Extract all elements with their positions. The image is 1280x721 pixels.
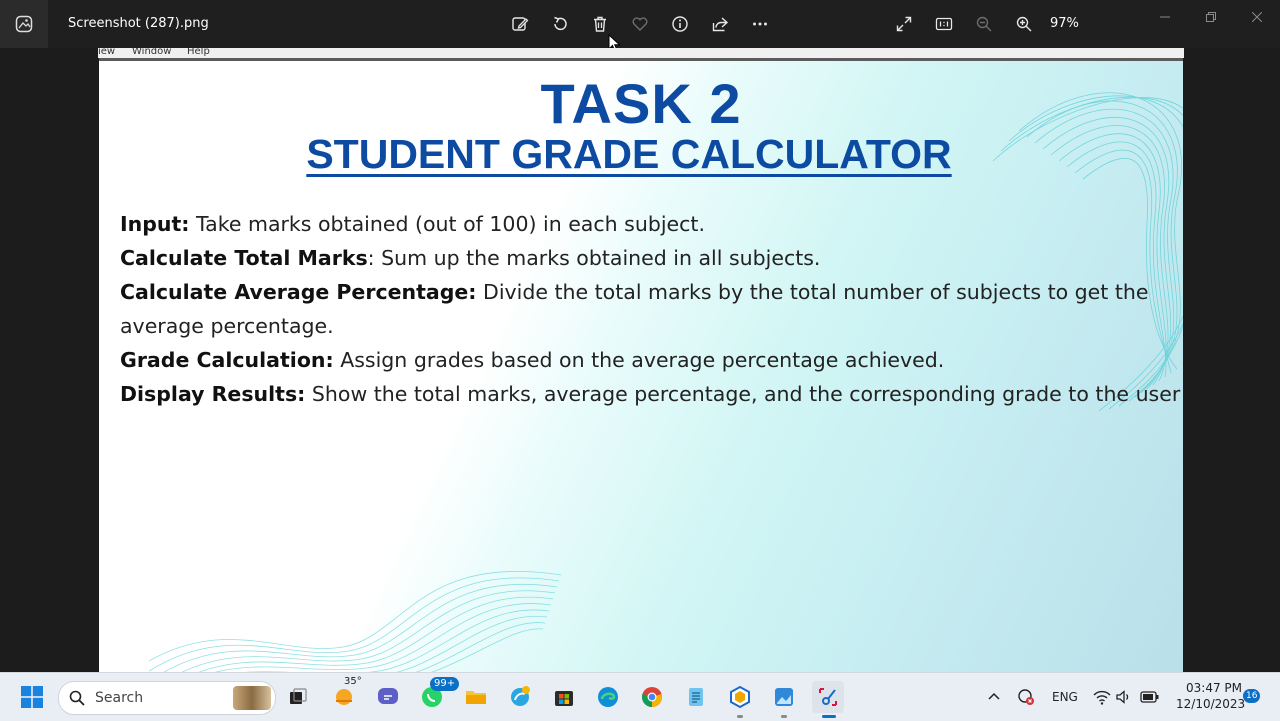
fullscreen-icon[interactable] (892, 12, 916, 36)
photos-app-taskbar-icon[interactable] (768, 681, 800, 713)
slide-image: TASK 2 STUDENT GRADE CALCULATOR Input: T… (99, 58, 1183, 673)
search-placeholder: Search (95, 690, 144, 706)
point-display-results: Display Results: Show the total marks, a… (120, 377, 1183, 411)
bullet-points: Input: Take marks obtained (out of 100) … (120, 207, 1183, 411)
info-icon[interactable] (668, 12, 692, 36)
running-indicator (737, 715, 743, 718)
weather-temp: 35° (344, 676, 362, 687)
whatsapp-icon[interactable]: 99+ (416, 677, 460, 713)
whatsapp-badge: 99+ (430, 677, 460, 691)
running-indicator (781, 715, 787, 718)
delete-icon[interactable] (588, 12, 612, 36)
close-icon[interactable] (1234, 6, 1280, 28)
point-grade-calculation: Grade Calculation: Assign grades based o… (120, 343, 1183, 377)
copilot-icon[interactable] (504, 681, 536, 713)
more-icon[interactable] (748, 12, 772, 36)
captured-menu-view: iew (98, 48, 116, 57)
clock-date[interactable]: 12/10/2023 (1176, 697, 1245, 711)
point-text: : Sum up the marks obtained in all subje… (367, 246, 821, 270)
point-label: Input: (120, 212, 190, 236)
language-indicator[interactable]: ENG (1052, 690, 1078, 704)
point-text: Assign grades based on the average perce… (333, 348, 945, 372)
share-icon[interactable] (708, 12, 732, 36)
teams-chat-icon[interactable] (372, 681, 404, 713)
chevron-up-icon[interactable] (978, 681, 1010, 713)
point-label: Calculate Average Percentage: (120, 280, 477, 304)
battery-icon[interactable] (1134, 681, 1166, 713)
captured-menu-help: Help (187, 48, 210, 57)
network-status-icon[interactable] (1010, 681, 1042, 713)
point-label: Display Results: (120, 382, 306, 406)
photos-app-icon[interactable] (0, 0, 48, 48)
edge-browser-icon[interactable] (592, 681, 624, 713)
point-input: Input: Take marks obtained (out of 100) … (120, 207, 1183, 241)
snipping-tool-icon[interactable] (812, 681, 844, 713)
point-text: Take marks obtained (out of 100) in each… (189, 212, 705, 236)
microsoft-store-icon[interactable] (548, 681, 580, 713)
favorite-icon[interactable] (628, 12, 652, 36)
search-highlight-image (233, 686, 271, 710)
file-title: Screenshot (287).png (68, 16, 209, 31)
point-average-percentage-cont: average percentage. (120, 309, 1183, 343)
point-label: Grade Calculation: (120, 348, 334, 372)
title-bar: Screenshot (287).png 97% (0, 0, 1280, 48)
edit-image-icon[interactable] (508, 12, 532, 36)
zoom-in-icon[interactable] (1012, 12, 1036, 36)
point-total-marks: Calculate Total Marks: Sum up the marks … (120, 241, 1183, 275)
weather-widget-icon[interactable]: 35° (328, 676, 362, 713)
clock-time[interactable]: 03:47 PM (1186, 681, 1242, 695)
chrome-browser-icon[interactable] (636, 681, 668, 713)
captured-menu-strip: iew Window Help (98, 48, 1184, 58)
decorative-wave-bottom (149, 570, 562, 673)
active-indicator (822, 715, 836, 718)
point-average-percentage: Calculate Average Percentage: Divide the… (120, 275, 1183, 309)
taskbar: Search 35° 99+ ENG 03:47 PM 12/10/2023 1… (0, 672, 1280, 721)
minimize-icon[interactable] (1142, 6, 1188, 28)
notepad-icon[interactable] (680, 681, 712, 713)
slide-subtitle: STUDENT GRADE CALCULATOR (306, 131, 952, 177)
windows-start-icon[interactable] (16, 681, 48, 713)
point-label: Calculate Total Marks (120, 246, 368, 270)
restore-icon[interactable] (1188, 6, 1234, 28)
file-explorer-icon[interactable] (460, 681, 492, 713)
point-text: Divide the total marks by the total numb… (476, 280, 1149, 304)
actual-size-icon[interactable] (932, 12, 956, 36)
taskbar-search[interactable]: Search (58, 681, 276, 715)
zoom-out-icon[interactable] (972, 12, 996, 36)
dev-app-icon[interactable] (724, 681, 756, 713)
slide-title: TASK 2 (540, 72, 742, 135)
captured-menu-window: Window (132, 48, 172, 57)
notification-count[interactable]: 16 (1243, 689, 1261, 703)
search-icon (69, 690, 85, 706)
point-text: Show the total marks, average percentage… (305, 382, 1181, 406)
rotate-icon[interactable] (548, 12, 572, 36)
zoom-level[interactable]: 97% (1050, 16, 1079, 31)
task-view-icon[interactable] (282, 681, 314, 713)
point-text: average percentage. (120, 314, 334, 338)
